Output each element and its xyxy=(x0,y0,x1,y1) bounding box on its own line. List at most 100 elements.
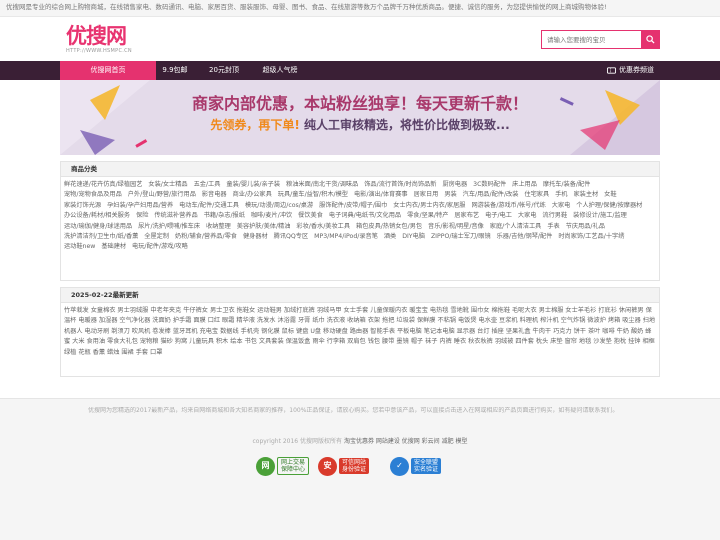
category-link[interactable]: 居家日用 xyxy=(414,191,439,198)
category-link[interactable]: 保险 xyxy=(136,212,148,219)
category-link[interactable]: 全屋定制 xyxy=(144,233,169,240)
footer-links[interactable]: 淘宝优惠券 网站建设 优搜网 彩云间 减肥 模型 xyxy=(344,438,468,445)
category-link[interactable]: 网游装备/游戏币/帐号/代练 xyxy=(471,202,545,209)
category-link[interactable]: 传统滋补营养品 xyxy=(154,212,197,219)
category-list: 鲜花速递/花卉仿真/绿植园艺 女装/女士精品 五金/工具 童装/婴儿装/亲子装 … xyxy=(61,177,659,280)
banner-subtitle: 先领券，再下单! 纯人工审核精选，将性价比做到极致... xyxy=(60,118,660,134)
category-link[interactable]: 厨房电器 xyxy=(442,181,467,188)
badge-label: 安全联盟 实名验证 xyxy=(411,458,442,474)
category-link[interactable]: 服饰配件/皮带/帽子/围巾 xyxy=(319,202,387,209)
category-link[interactable]: 商业/办公家具 xyxy=(233,191,272,198)
category-link[interactable]: 宠物/宠物食品及用品 xyxy=(64,191,122,198)
category-link[interactable]: 洗护清洁剂/卫生巾/纸/香薰 xyxy=(64,233,138,240)
category-link[interactable]: 3C数码配件 xyxy=(473,181,506,188)
category-link[interactable]: 玩具/童车/益智/积木/模型 xyxy=(278,191,348,198)
category-link[interactable]: 箱包皮具/热销女包/男包 xyxy=(356,223,422,230)
nav-item-20yuan[interactable]: 20元封顶 xyxy=(200,61,248,80)
category-link[interactable]: 彩妆/香水/美妆工具 xyxy=(296,223,350,230)
search-button[interactable] xyxy=(641,31,659,48)
site-header: 优搜网 HTTP://WWW.HSMPC.CN xyxy=(0,17,720,61)
trusted-site-badge[interactable]: 安 可信网站 身份验证 xyxy=(318,455,370,477)
top-notice-bar: 优搜网是专业的综合网上购物商城，在线销售家电、数码通讯、电脑、家居百货、服装服饰… xyxy=(0,0,720,17)
category-link[interactable]: 电玩/配件/游戏/攻略 xyxy=(132,243,188,250)
category-link[interactable]: 户外/登山/野营/旅行用品 xyxy=(128,191,196,198)
shield-icon: 网 xyxy=(256,456,275,476)
logo-url: HTTP://WWW.HSMPC.CN xyxy=(66,48,132,54)
security-alliance-badge[interactable]: ✓ 安全联盟 实名验证 xyxy=(390,455,442,477)
category-link[interactable]: 手表 xyxy=(547,223,559,230)
category-link[interactable]: 健身器材 xyxy=(243,233,268,240)
badge-label: 可信网站 身份验证 xyxy=(339,458,370,474)
category-link[interactable]: 奶粉/辅食/营养品/零食 xyxy=(175,233,237,240)
footer-copyright: copyright 2016 优搜网版权所有 淘宝优惠券 网站建设 优搜网 彩云… xyxy=(0,438,720,446)
logo-text: 优搜网 xyxy=(66,24,127,48)
site-footer: 优搜网为您精选的2017最新产品，均来自网络商城和各大知名商家的推荐，100%正… xyxy=(0,398,720,540)
search-input[interactable] xyxy=(542,31,641,48)
category-link[interactable]: 音乐/影视/明星/音像 xyxy=(428,223,484,230)
trust-badges: 网 网上交易 保障中心 安 可信网站 身份验证 ✓ 安全联盟 实名验证 xyxy=(0,455,720,477)
latest-updates-title: 2025-02-22最新更新 xyxy=(61,288,659,303)
category-link[interactable]: 住宅家具 xyxy=(524,191,549,198)
category-link[interactable]: ZIPPO/瑞士军刀/眼镜 xyxy=(431,233,491,240)
category-link[interactable]: 收纳整理 xyxy=(206,223,231,230)
category-link[interactable]: 摩托车/装备/配件 xyxy=(543,181,590,188)
category-link[interactable]: 手机 xyxy=(555,191,567,198)
category-link[interactable]: 尿片/洗护/喂哺/推车床 xyxy=(138,223,200,230)
category-link[interactable]: 大家电 xyxy=(518,212,537,219)
category-link[interactable]: 办公设备/耗材/相关服务 xyxy=(64,212,130,219)
category-link[interactable]: DIY电脑 xyxy=(402,233,425,240)
nav-item-9-9[interactable]: 9.9包邮 xyxy=(156,61,194,80)
category-link[interactable]: 装修设计/施工/监理 xyxy=(573,212,627,219)
search-box xyxy=(541,30,660,49)
category-link[interactable]: 大家电 xyxy=(552,202,571,209)
category-link[interactable]: MP3/MP4/iPod/录音笔 xyxy=(314,233,378,240)
category-link[interactable]: 流行男鞋 xyxy=(542,212,567,219)
category-link[interactable]: 居家布艺 xyxy=(454,212,479,219)
category-link[interactable]: 酒类 xyxy=(384,233,396,240)
category-link[interactable]: 电动车/配件/交通工具 xyxy=(179,202,239,209)
category-link[interactable]: 五金/工具 xyxy=(194,181,221,188)
category-link[interactable]: 时尚家饰/工艺品/十字绣 xyxy=(558,233,624,240)
category-link[interactable]: 腾讯QQ专区 xyxy=(274,233,309,240)
latest-updates-text: 竹苹栽发 女童棉衣 男士羽绒服 中老年夹克 牛仔裤女 男士卫衣 拖鞋女 运动鞋男… xyxy=(64,307,656,356)
trade-protection-badge[interactable]: 网 网上交易 保障中心 xyxy=(256,455,310,477)
category-link[interactable]: 汽车/用品/配件/改装 xyxy=(463,191,519,198)
category-link[interactable]: 零食/坚果/特产 xyxy=(407,212,448,219)
category-link[interactable]: 鲜花速递/花卉仿真/绿植园艺 xyxy=(64,181,142,188)
coupon-channel-link[interactable]: 优惠券频道 xyxy=(607,61,654,80)
nav-item-home[interactable]: 优搜网首页 xyxy=(60,61,156,80)
category-link[interactable]: 家装主材 xyxy=(573,191,598,198)
top-notice-text: 优搜网是专业的综合网上购物商城，在线销售家电、数码通讯、电脑、家居百货、服装服饰… xyxy=(6,3,607,11)
category-link[interactable]: 家装灯饰光源 xyxy=(64,202,101,209)
category-link[interactable]: 运动/瑜伽/健身/球迷用品 xyxy=(64,223,132,230)
badge-label: 网上交易 保障中心 xyxy=(277,457,310,475)
category-link[interactable]: 电子词典/电纸书/文化用品 xyxy=(329,212,401,219)
site-logo[interactable]: 优搜网 HTTP://WWW.HSMPC.CN xyxy=(66,25,132,55)
category-link[interactable]: 运动鞋new xyxy=(64,243,95,250)
category-link[interactable]: 女装/女士精品 xyxy=(148,181,187,188)
category-link[interactable]: 童装/婴儿装/亲子装 xyxy=(226,181,280,188)
copyright-text: copyright 2016 优搜网版权所有 xyxy=(252,438,343,445)
category-link[interactable]: 电影/演出/体育赛事 xyxy=(354,191,408,198)
category-link[interactable]: 咖啡/麦片/冲饮 xyxy=(251,212,292,219)
nav-item-popular[interactable]: 超级人气榜 xyxy=(254,61,306,80)
category-link[interactable]: 男装 xyxy=(444,191,456,198)
category-link[interactable]: 粮油米面/南北干货/调味品 xyxy=(286,181,358,188)
category-link[interactable]: 孕妇装/孕产妇用品/营养 xyxy=(107,202,173,209)
category-link[interactable]: 家庭/个人清洁工具 xyxy=(490,223,542,230)
category-link[interactable]: 美容护肤/美体/精油 xyxy=(237,223,291,230)
category-link[interactable]: 床上用品 xyxy=(512,181,537,188)
category-link[interactable]: 乐器/吉他/钢琴/配件 xyxy=(497,233,553,240)
category-link[interactable]: 女士内衣/男士内衣/家居服 xyxy=(393,202,465,209)
category-link[interactable]: 节庆用品/礼品 xyxy=(566,223,605,230)
category-link[interactable]: 女鞋 xyxy=(604,191,616,198)
category-link[interactable]: 模玩/动漫/周边/cos/桌游 xyxy=(245,202,313,209)
category-link[interactable]: 饰品/流行首饰/时尚饰品新 xyxy=(364,181,436,188)
promo-banner[interactable]: 商家内部优惠，本站粉丝独享！每天更新千款！ 先领券，再下单! 纯人工审核精选，将… xyxy=(60,80,660,155)
category-link[interactable]: 影音电器 xyxy=(202,191,227,198)
category-link[interactable]: 餐饮美食 xyxy=(298,212,323,219)
category-link[interactable]: 基础建材 xyxy=(101,243,126,250)
category-link[interactable]: 书籍/杂志/报纸 xyxy=(204,212,245,219)
category-link[interactable]: 个人护理/保健/按摩器材 xyxy=(576,202,642,209)
category-link[interactable]: 电子/电工 xyxy=(485,212,512,219)
